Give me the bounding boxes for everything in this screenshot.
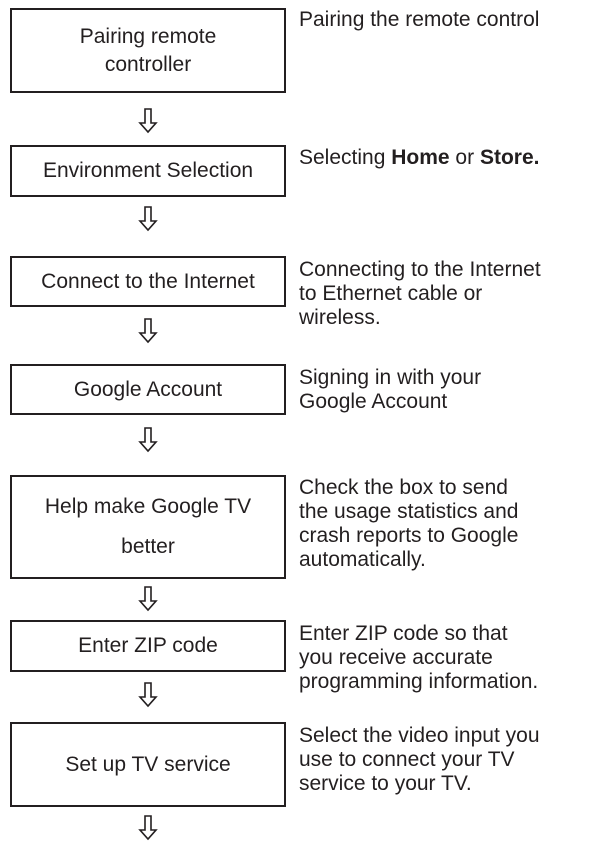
home-option-label: Home (391, 146, 450, 169)
down-arrow-icon (138, 586, 158, 612)
step-box-internet: Connect to the Internet (10, 256, 286, 307)
down-arrow-icon (138, 682, 158, 708)
down-arrow-icon (138, 815, 158, 841)
step-box-pairing: Pairing remote controller (10, 8, 286, 93)
step-description-internet: Connecting to the Internet to Ethernet c… (299, 258, 541, 329)
step-description-tv-service: Select the video input you use to connec… (299, 724, 540, 795)
down-arrow-icon (138, 108, 158, 134)
down-arrow-icon (138, 427, 158, 453)
step-description-google-account: Signing in with your Google Account (299, 366, 482, 413)
desc-text: Selecting (299, 146, 392, 169)
step-box-environment: Environment Selection (10, 145, 286, 197)
store-option-label: Store. (479, 146, 540, 169)
down-arrow-icon (138, 206, 158, 232)
step-description-help-google-tv: Check the box to send the usage statisti… (299, 476, 519, 571)
step-description-zip-code: Enter ZIP code so that you receive accur… (299, 622, 539, 693)
step-box-help-google-tv: Help make Google TV better (10, 475, 286, 579)
desc-text: or (449, 146, 480, 169)
step-box-google-account: Google Account (10, 364, 286, 415)
down-arrow-icon (138, 318, 158, 344)
step-description-environment: Selecting Home or Store. (299, 146, 589, 170)
step-description-pairing: Pairing the remote control (299, 8, 540, 31)
step-box-tv-service: Set up TV service (10, 722, 286, 807)
step-box-zip-code: Enter ZIP code (10, 620, 286, 672)
